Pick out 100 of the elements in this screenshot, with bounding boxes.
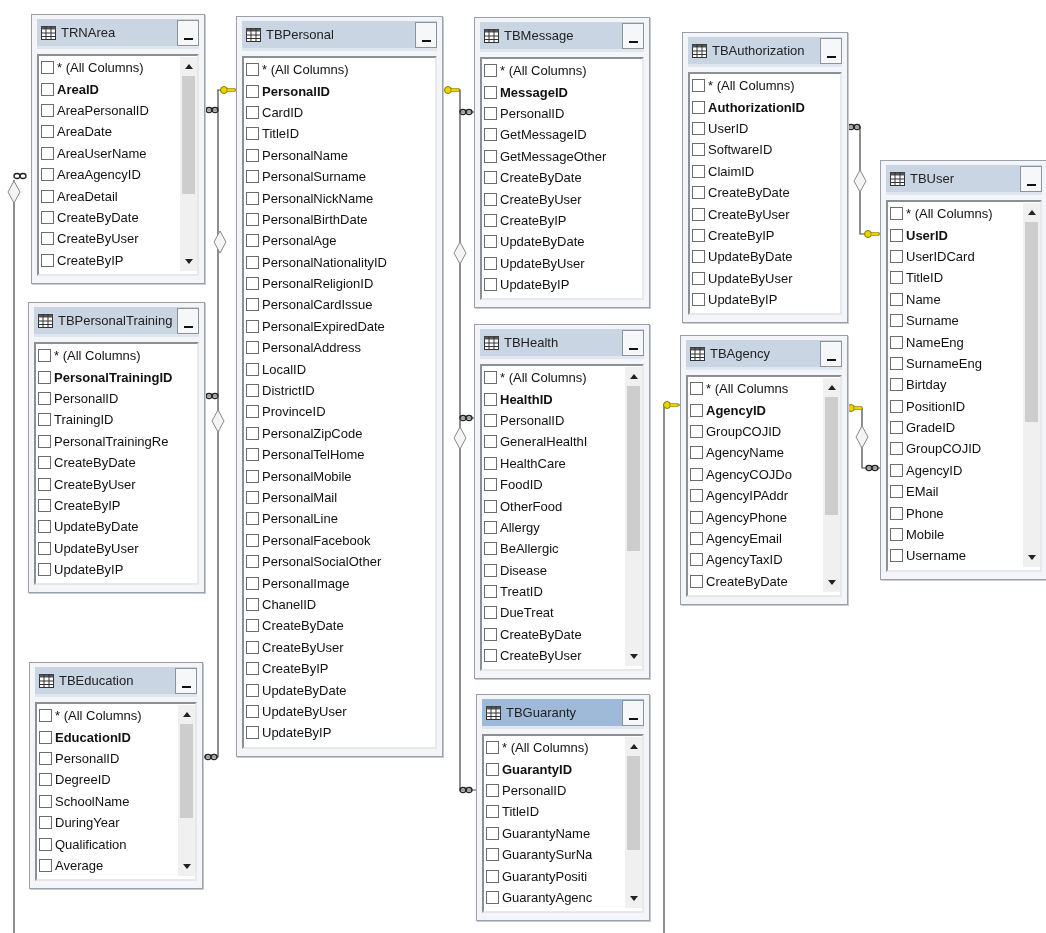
column-item[interactable]: * (All Columns) [484, 367, 623, 389]
column-item[interactable]: GetMessageID [484, 124, 642, 146]
checkbox[interactable] [484, 520, 497, 534]
scrollbar[interactable] [823, 378, 840, 592]
checkbox[interactable] [246, 662, 259, 676]
column-item[interactable]: UserID [692, 117, 840, 140]
column-item[interactable]: PersonalAddress [246, 337, 435, 359]
checkbox[interactable] [41, 253, 54, 267]
checkbox[interactable] [690, 446, 703, 460]
column-item[interactable]: Phone [890, 502, 1021, 524]
table-header[interactable]: TBEducation [35, 667, 197, 697]
column-item[interactable]: PersonalID [38, 387, 197, 410]
checkbox[interactable] [692, 100, 705, 114]
column-item[interactable]: UpdateByDate [692, 246, 840, 268]
column-item[interactable]: UpdateByIP [692, 288, 840, 311]
minimize-button[interactable] [820, 340, 842, 367]
checkbox[interactable] [890, 549, 903, 563]
scrollbar[interactable] [180, 57, 197, 271]
checkbox[interactable] [39, 773, 52, 787]
column-item[interactable]: CreateByUser [41, 228, 178, 250]
column-item[interactable]: AgencyName [690, 442, 821, 464]
column-item[interactable]: UserID [890, 224, 1021, 246]
column-item[interactable]: PersonalTelHome [246, 444, 435, 466]
table-header[interactable]: TRNArea [37, 19, 199, 49]
column-item[interactable]: * (All Columns) [486, 737, 623, 759]
table-node[interactable]: TBMessage * (All Columns) MessageID PersonalID GetMessageID GetMessageOther CreateByDate CreateByUser CreateByIP UpdateByDate UpdateByUser UpdateByIP [474, 17, 650, 309]
column-item[interactable]: * (All Columns) [39, 705, 176, 727]
checkbox[interactable] [246, 234, 259, 248]
checkbox[interactable] [484, 149, 497, 163]
column-item[interactable]: PersonalID [486, 779, 623, 802]
checkbox[interactable] [692, 186, 705, 200]
column-item[interactable]: UpdateByDate [246, 679, 435, 701]
checkbox[interactable] [246, 362, 259, 376]
column-item[interactable]: GradeID [890, 416, 1021, 439]
checkbox[interactable] [890, 421, 903, 435]
column-item[interactable]: CreateByIP [246, 657, 435, 680]
checkbox[interactable] [246, 469, 259, 483]
column-item[interactable]: PersonalName [246, 144, 435, 166]
column-item[interactable]: CreateByIP [692, 224, 840, 247]
checkbox[interactable] [246, 105, 259, 119]
column-item[interactable]: PersonalTrainingID [38, 366, 197, 388]
checkbox[interactable] [692, 143, 705, 157]
checkbox[interactable] [41, 82, 54, 96]
checkbox[interactable] [246, 298, 259, 312]
column-item[interactable]: EducationID [39, 726, 176, 748]
checkbox[interactable] [484, 213, 497, 227]
checkbox[interactable] [690, 531, 703, 545]
column-item[interactable]: * (All Columns) [38, 345, 197, 367]
checkbox[interactable] [246, 640, 259, 654]
checkbox[interactable] [484, 456, 497, 470]
checkbox[interactable] [246, 619, 259, 633]
column-item[interactable]: ProvinceID [246, 401, 435, 423]
column-item[interactable]: HealthCare [484, 452, 623, 474]
scroll-thumb[interactable] [1025, 222, 1038, 422]
table-header[interactable]: TBPersonalTraining [34, 307, 199, 337]
minimize-button[interactable] [622, 699, 644, 726]
checkbox[interactable] [692, 250, 705, 264]
column-item[interactable]: Username [890, 545, 1021, 567]
column-item[interactable]: SurnameEng [890, 352, 1021, 375]
checkbox[interactable] [484, 542, 497, 556]
checkbox[interactable] [246, 191, 259, 205]
checkbox[interactable] [692, 207, 705, 221]
table-header[interactable]: TBGuaranty [482, 699, 644, 729]
table-header[interactable]: TBHealth [480, 329, 644, 359]
scrollbar[interactable] [1023, 203, 1040, 567]
checkbox[interactable] [246, 148, 259, 162]
checkbox[interactable] [890, 271, 903, 285]
checkbox[interactable] [486, 848, 499, 862]
checkbox[interactable] [38, 541, 51, 555]
scrollbar[interactable] [625, 367, 642, 667]
checkbox[interactable] [246, 704, 259, 718]
minimize-button[interactable] [622, 329, 644, 356]
column-item[interactable]: AreaUserName [41, 142, 178, 164]
column-item[interactable]: PersonalBirthDate [246, 208, 435, 231]
column-item[interactable]: PersonalID [484, 409, 623, 432]
checkbox[interactable] [890, 506, 903, 520]
column-item[interactable]: GroupCOJID [690, 420, 821, 443]
checkbox[interactable] [38, 563, 51, 577]
checkbox[interactable] [246, 212, 259, 226]
column-item[interactable]: PersonalID [484, 102, 642, 125]
checkbox[interactable] [890, 228, 903, 242]
checkbox[interactable] [486, 890, 499, 904]
column-item[interactable]: CreateByUser [38, 473, 197, 495]
column-item[interactable]: AgencyID [690, 399, 821, 421]
minimize-button[interactable] [622, 22, 644, 49]
scrollbar[interactable] [625, 737, 642, 909]
checkbox[interactable] [484, 192, 497, 206]
column-item[interactable]: GuarantyAgenc [486, 886, 623, 909]
column-item[interactable]: CreateByUser [484, 645, 623, 667]
column-item[interactable]: * (All Columns [690, 378, 821, 400]
column-item[interactable]: Average [39, 854, 176, 877]
scroll-thumb[interactable] [627, 756, 640, 851]
checkbox[interactable] [38, 391, 51, 405]
checkbox[interactable] [246, 576, 259, 590]
checkbox[interactable] [690, 467, 703, 481]
checkbox[interactable] [246, 63, 259, 77]
checkbox[interactable] [690, 489, 703, 503]
checkbox[interactable] [246, 319, 259, 333]
column-item[interactable]: PersonalLine [246, 508, 435, 530]
checkbox[interactable] [690, 553, 703, 567]
